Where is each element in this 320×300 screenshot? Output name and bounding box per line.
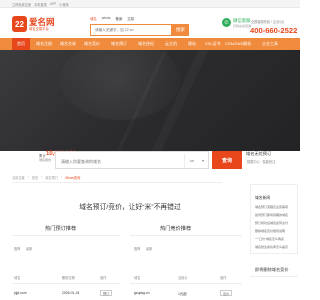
tab-latest[interactable]: 最新	[26, 246, 32, 251]
breadcrumb-label: 当前位置	[12, 176, 25, 180]
hero-banner	[0, 50, 300, 151]
header-search-input[interactable]	[91, 25, 177, 35]
top-bar: 立即免费注册 手机登录 APP 小程序	[0, 0, 300, 8]
nav-item-trade[interactable]: 域名交易	[60, 38, 76, 50]
tab-recommend[interactable]: 推荐	[134, 246, 140, 251]
page-slogan: 域名预订/竞价，让好“米”不再错过	[79, 204, 181, 211]
nav-item-register[interactable]: 域名注册	[36, 38, 52, 50]
side-promo-title[interactable]: 域名无忧预订	[246, 151, 271, 157]
nav-item-bidding[interactable]: 域名竞价	[84, 38, 100, 50]
col-header-date: 删除日期	[62, 276, 75, 280]
row-date: 2026-01-24	[62, 291, 80, 295]
col-header-price: 当前价	[178, 276, 188, 280]
col-header-domain: 域名	[14, 276, 21, 280]
col-header-action: 操作	[100, 276, 107, 280]
mobile-login-link[interactable]: 手机登录	[34, 2, 47, 7]
hotline-phone: 400-660-2522	[250, 26, 298, 35]
tab-whois[interactable]: whois	[102, 16, 111, 21]
breadcrumb: 当前位置 › 首页 › 域名预订 › Whois查询	[12, 175, 80, 180]
breadcrumb-separator: ›	[27, 175, 29, 179]
side-promo-subtitle: 数据中心 · 智能抢注	[247, 160, 276, 164]
breadcrumb-reserve[interactable]: 域名预订	[45, 175, 58, 180]
header-search-button[interactable]: 搜索	[172, 24, 189, 36]
nav-item-tools[interactable]: 企业工具	[262, 38, 278, 50]
header-search-box	[90, 24, 177, 36]
nav-home[interactable]: 首页	[12, 38, 30, 50]
breadcrumb-home[interactable]: 首页	[32, 175, 38, 180]
tab-recommend[interactable]: 推荐	[14, 246, 20, 251]
domain-query-box: .cn ▾	[55, 151, 209, 169]
breadcrumb-separator: ›	[61, 175, 63, 179]
news-item[interactable]: 如何预订即将到期的域名	[255, 213, 288, 217]
row-domain[interactable]: gzqdsg.cn	[134, 291, 149, 295]
row-domain[interactable]: jrjjd.com	[14, 291, 27, 295]
divider	[12, 283, 120, 284]
news-panel	[250, 184, 298, 254]
domain-query-button[interactable]: 查询	[212, 151, 242, 169]
nav-item-ssl[interactable]: SSL证书	[205, 38, 221, 50]
site-logo[interactable]: 22 爱名网 域名交易平台	[12, 16, 78, 32]
news-item[interactable]: 域名抢注成功率怎么提高	[255, 245, 288, 249]
contact-label: 全国客服热线 / 企业QQ	[251, 20, 285, 24]
nav-item-reserve[interactable]: 域名预订	[111, 38, 127, 50]
domain-query-input[interactable]	[58, 154, 178, 168]
news-title: 域名新闻	[255, 196, 271, 200]
breadcrumb-current: Whois查询	[65, 176, 81, 180]
hot-reserve-title: 热门预订推荐	[45, 226, 77, 232]
divider	[12, 235, 120, 236]
logo-mark: 22	[12, 16, 27, 32]
nav-item-site[interactable]: 建站	[188, 38, 196, 50]
divider	[130, 235, 242, 236]
news-item[interactable]: 域名预订流程及注意事项	[255, 205, 288, 209]
miniprogram-link[interactable]: 小程序	[59, 2, 69, 7]
col-header-action: 操作	[220, 276, 227, 280]
top-links: 立即免费注册 手机登录 APP 小程序	[12, 2, 69, 7]
breadcrumb-separator: ›	[41, 175, 43, 179]
search-tabs: 域名 whois 备案 交易	[90, 16, 134, 21]
divider	[250, 276, 298, 277]
nav-item-cloud[interactable]: 云主机	[165, 38, 177, 50]
wechat-subtitle: 扫码在线咨询	[233, 24, 252, 28]
app-link[interactable]: APP	[50, 2, 56, 7]
main-nav: 首页 域名注册 域名交易 域名竞价 域名预订 域名经纪 云主机 建站 SSL证书…	[0, 38, 300, 50]
nav-item-dns[interactable]: CDN/DNS解析	[225, 38, 251, 50]
row-price: 1元起	[178, 292, 187, 296]
logo-tagline: 域名交易平台	[29, 27, 49, 31]
register-link[interactable]: 立即免费注册	[12, 2, 31, 7]
tab-trade[interactable]: 交易	[127, 16, 134, 21]
nav-item-broker[interactable]: 域名经纪	[138, 38, 154, 50]
tab-beian[interactable]: 备案	[115, 16, 122, 21]
suffix-select[interactable]: .cn ▾	[184, 154, 208, 168]
divider	[12, 182, 222, 183]
suffix-select-value: .cn	[189, 159, 194, 163]
tab-latest[interactable]: 最新	[146, 246, 152, 251]
stat-subtitle: 域名服务	[39, 158, 52, 162]
col-header-domain: 域名	[134, 276, 141, 280]
bid-button[interactable]: 出价	[220, 290, 233, 296]
hot-bid-title: 热门竞价推荐	[160, 226, 192, 232]
news-item[interactable]: “一口价”域名怎么购买	[255, 237, 284, 241]
news-item[interactable]: 预订成功后域名如何交付	[255, 221, 288, 225]
chevron-down-icon: ▾	[202, 159, 204, 163]
reserve-button[interactable]: 预订	[100, 290, 113, 296]
deleting-bid-title: 即将删除域名竞价	[255, 267, 289, 272]
wechat-icon[interactable]: ✆	[222, 18, 231, 27]
divider	[130, 283, 242, 284]
news-item[interactable]: 删除域名竞价规则说明	[255, 229, 285, 233]
tab-domain[interactable]: 域名	[90, 16, 97, 21]
